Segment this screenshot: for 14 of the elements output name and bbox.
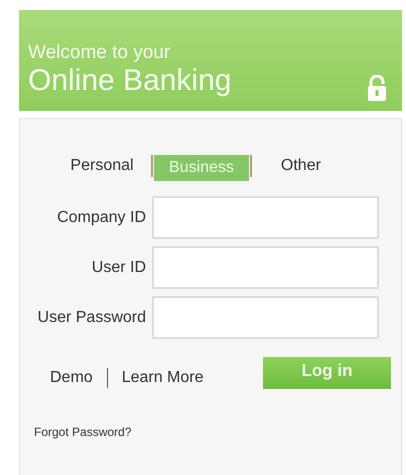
banner-title: Online Banking — [28, 64, 232, 98]
input-field[interactable] — [152, 296, 379, 339]
welcome-text: Welcome to your — [28, 42, 170, 64]
link[interactable]: Learn More — [122, 366, 204, 390]
tab[interactable]: Personal — [54, 153, 150, 179]
field-label: User Password — [36, 308, 146, 328]
padlock-icon — [367, 75, 387, 101]
field-label: User ID — [90, 258, 146, 278]
input-field[interactable] — [152, 246, 379, 289]
input-field[interactable] — [152, 196, 379, 239]
field-label: Company ID — [56, 208, 146, 228]
link[interactable]: Demo — [50, 366, 93, 390]
tab[interactable]: Other — [252, 153, 349, 179]
forgot-password-link[interactable]: Forgot Password? — [34, 423, 132, 441]
